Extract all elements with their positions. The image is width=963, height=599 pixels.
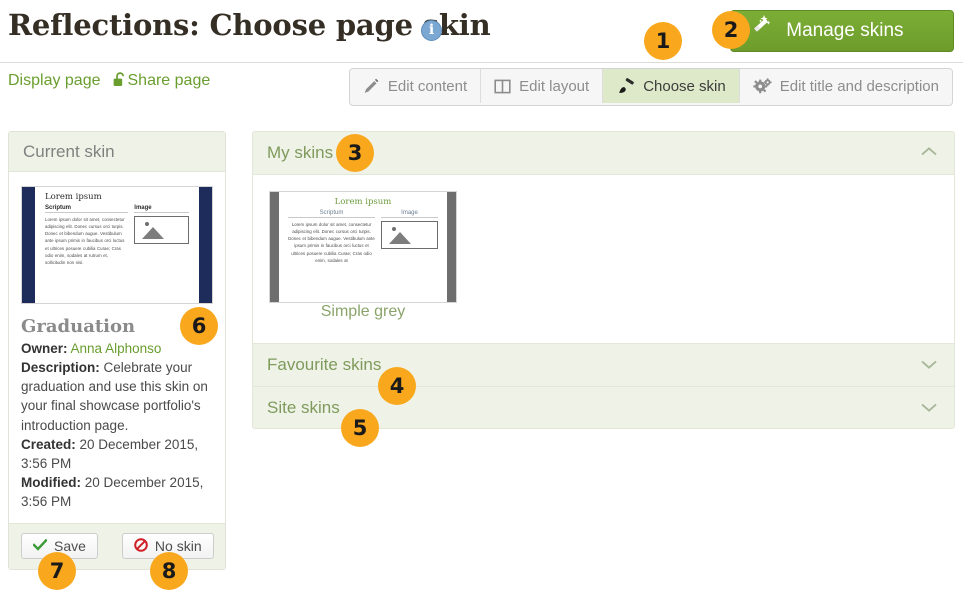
edit-mode-tabs: Edit content Edit layout Choose skin Edi… [348, 68, 953, 106]
thumbnail-right-heading: Image [381, 210, 438, 218]
page-title: Reflections: Choose page skin [8, 8, 491, 42]
display-page-link[interactable]: Display page [8, 72, 101, 89]
thumbnail-left-heading: Scriptum [288, 210, 375, 218]
current-skin-description: Description: Celebrate your graduation a… [21, 358, 213, 435]
thumbnail-page: Lorem ipsum Scriptum Lorem ipsum dolor s… [35, 187, 199, 303]
subnav-bar: Display page Share page Edit content Edi… [0, 62, 963, 106]
owner-link[interactable]: Anna Alphonso [71, 341, 162, 356]
thumbnail-left-bar [22, 187, 35, 303]
current-skin-panel: Current skin Lorem ipsum Scriptum Lorem … [8, 131, 226, 571]
current-skin-modified: Modified: 20 December 2015, 3:56 PM [21, 473, 213, 511]
skin-card-label[interactable]: Simple grey [321, 303, 405, 320]
thumbnail-title: Lorem ipsum [334, 197, 392, 207]
skin-thumbnail[interactable]: Lorem ipsum Scriptum Lorem ipsum dolor s… [269, 191, 457, 303]
callout-badge-8: 8 [150, 552, 188, 590]
paintbrush-icon [616, 77, 635, 95]
picture-placeholder-icon [134, 216, 189, 244]
skin-card[interactable]: Lorem ipsum Scriptum Lorem ipsum dolor s… [269, 191, 457, 321]
page-header: Reflections: Choose page skin i Manage s… [0, 0, 963, 62]
tab-label: Edit title and description [779, 77, 939, 95]
check-icon [32, 538, 48, 554]
accordion-title: Favourite skins [267, 355, 382, 374]
tab-edit-layout[interactable]: Edit layout [481, 69, 604, 103]
gears-icon [753, 77, 772, 95]
thumbnail-left-heading: Scriptum [45, 205, 129, 213]
current-skin-owner: Owner: Anna Alphonso [21, 339, 213, 358]
thumbnail-page: Lorem ipsum Scriptum Lorem ipsum dolor s… [279, 192, 447, 302]
created-label: Created: [21, 436, 76, 452]
tab-edit-title-and-description[interactable]: Edit title and description [739, 69, 952, 103]
callout-badge-5: 5 [341, 409, 379, 447]
tab-label: Choose skin [643, 77, 726, 95]
current-skin-heading: Current skin [9, 132, 225, 172]
current-skin-body: Lorem ipsum Scriptum Lorem ipsum dolor s… [9, 172, 225, 523]
manage-skins-label: Manage skins [786, 20, 904, 41]
main-content: Current skin Lorem ipsum Scriptum Lorem … [0, 106, 963, 599]
chevron-up-icon [920, 143, 938, 163]
thumbnail-right-bar [199, 187, 212, 303]
info-icon[interactable]: i [421, 20, 442, 41]
modified-label: Modified: [21, 475, 81, 491]
manage-skins-button[interactable]: Manage skins [730, 10, 954, 52]
skins-accordion: My skins Lorem ipsum Scriptum Lorem ipsu… [252, 131, 955, 429]
thumbnail-right-bar [447, 192, 456, 302]
tab-choose-skin[interactable]: Choose skin [603, 69, 740, 103]
thumbnail-right-heading: Image [134, 205, 189, 213]
callout-badge-2: 2 [712, 11, 750, 49]
chevron-down-icon [920, 355, 938, 375]
current-skin-created: Created: 20 December 2015, 3:56 PM [21, 435, 213, 473]
owner-label: Owner: [21, 341, 68, 356]
description-label: Description: [21, 360, 100, 376]
callout-badge-6: 6 [180, 307, 218, 345]
open-lock-icon [113, 72, 126, 92]
accordion-header-favourite-skins[interactable]: Favourite skins [253, 344, 954, 386]
accordion-body-my-skins: Lorem ipsum Scriptum Lorem ipsum dolor s… [253, 174, 954, 344]
share-page-link[interactable]: Share page [128, 72, 211, 89]
picture-placeholder-icon [381, 221, 438, 249]
thumbnail-body-text: Lorem ipsum dolor sit amet, consectetur … [45, 217, 125, 265]
magic-wand-icon [749, 10, 771, 50]
callout-badge-4: 4 [378, 367, 416, 405]
thumbnail-body-text: Lorem ipsum dolor sit amet, consectetur … [288, 222, 375, 263]
thumbnail-title: Lorem ipsum [45, 192, 102, 202]
tab-label: Edit layout [519, 77, 590, 95]
tab-edit-content[interactable]: Edit content [349, 69, 482, 103]
current-skin-thumbnail[interactable]: Lorem ipsum Scriptum Lorem ipsum dolor s… [21, 186, 213, 304]
callout-badge-1: 1 [644, 22, 682, 60]
chevron-down-icon [920, 398, 938, 418]
thumbnail-left-bar [270, 192, 279, 302]
columns-icon [494, 78, 511, 95]
page-links: Display page Share page [8, 72, 210, 92]
tab-label: Edit content [387, 77, 468, 95]
ban-icon [134, 538, 148, 555]
pencil-icon [363, 78, 380, 95]
callout-badge-7: 7 [38, 552, 76, 590]
callout-badge-3: 3 [336, 134, 374, 172]
